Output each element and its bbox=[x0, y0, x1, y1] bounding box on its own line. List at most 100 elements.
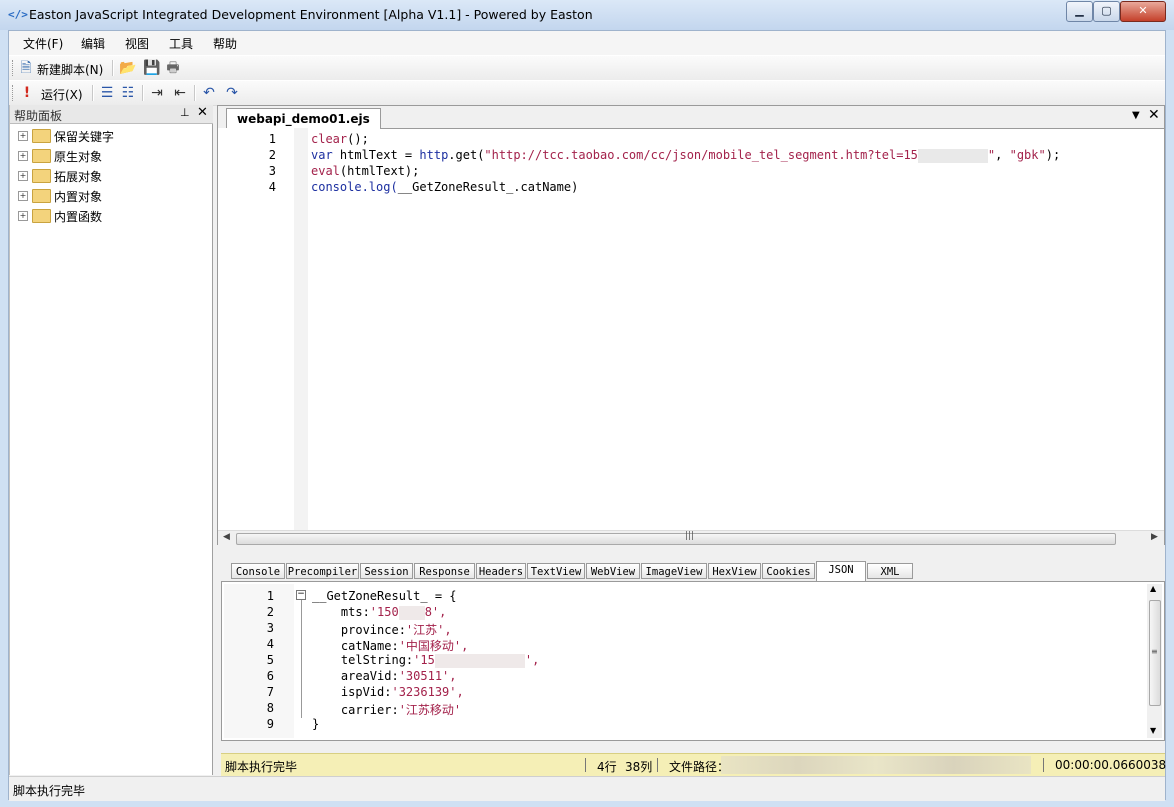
json-line[interactable]: areaVid:'30511', bbox=[312, 669, 457, 683]
json-line[interactable]: mts:'150 8', bbox=[312, 605, 446, 620]
tab-hexview[interactable]: HexView bbox=[708, 563, 761, 579]
output-tab-strip: Console Precompiler Session Response Headers… bbox=[221, 561, 921, 581]
menu-edit[interactable]: 编辑 bbox=[81, 35, 105, 52]
redo-icon[interactable]: ↷ bbox=[224, 85, 240, 101]
scroll-right-icon[interactable]: ▶ bbox=[1151, 532, 1158, 542]
line-number: 4 bbox=[266, 637, 274, 651]
status-bar: 脚本执行完毕 bbox=[9, 776, 1165, 801]
minimize-button[interactable]: ▁ bbox=[1066, 1, 1093, 22]
undo-icon[interactable]: ↶ bbox=[201, 85, 217, 101]
json-token: catName: bbox=[312, 639, 399, 653]
scroll-left-icon[interactable]: ◀ bbox=[223, 532, 230, 542]
code-line[interactable]: console.log(__GetZoneResult_.catName) bbox=[311, 180, 578, 194]
json-line[interactable]: telString:'15 ', bbox=[312, 653, 539, 668]
folder-icon bbox=[32, 169, 51, 183]
menu-bar: 文件(F) 编辑 视图 工具 帮助 bbox=[9, 31, 1165, 55]
tab-console[interactable]: Console bbox=[231, 563, 285, 579]
tab-precompiler[interactable]: Precompiler bbox=[286, 563, 359, 579]
code-token: ) bbox=[571, 180, 579, 194]
help-panel: 帮助面板 ⊥ ✕ + 保留关键字 + 原生对象 + 拓展对象 + 内置对象 + … bbox=[9, 105, 213, 775]
code-token: http bbox=[419, 148, 449, 162]
folder-icon bbox=[32, 129, 51, 143]
json-token: mts: bbox=[312, 605, 370, 619]
output-vertical-scrollbar[interactable]: ▲ ≡ ▼ bbox=[1147, 584, 1162, 738]
json-line[interactable]: __GetZoneResult_ = { bbox=[312, 589, 457, 603]
tab-webview[interactable]: WebView bbox=[586, 563, 640, 579]
folder-icon bbox=[32, 209, 51, 223]
redacted-text bbox=[398, 605, 425, 620]
expand-icon[interactable]: + bbox=[18, 171, 28, 181]
tab-list-dropdown-icon[interactable]: ▼ bbox=[1132, 110, 1140, 121]
scrollbar-thumb[interactable]: ≡ bbox=[1149, 600, 1161, 706]
line-number: 2 bbox=[266, 605, 274, 619]
json-line[interactable]: ispVid:'3236139', bbox=[312, 685, 464, 699]
close-window-button[interactable]: ✕ bbox=[1120, 1, 1166, 22]
json-line[interactable]: carrier:'江苏移动' bbox=[312, 701, 461, 718]
tree-item-label: 原生对象 bbox=[54, 150, 103, 164]
json-line[interactable]: province:'江苏', bbox=[312, 621, 452, 638]
maximize-button[interactable]: ▢ bbox=[1093, 1, 1120, 22]
code-token: (); bbox=[347, 132, 369, 146]
scroll-up-icon[interactable]: ▲ bbox=[1150, 584, 1156, 593]
code-line[interactable]: var htmlText = http.get("http://tcc.taob… bbox=[311, 148, 1060, 163]
main-window: 文件(F) 编辑 视图 工具 帮助 🗎 新建脚本(N) 📂 💾 🖶 ! 运行(X… bbox=[8, 30, 1166, 801]
tab-cookies[interactable]: Cookies bbox=[762, 563, 815, 579]
json-line[interactable]: } bbox=[312, 717, 319, 731]
code-token: , bbox=[995, 148, 1010, 162]
expand-icon[interactable]: + bbox=[18, 151, 28, 161]
tab-headers[interactable]: Headers bbox=[476, 563, 526, 579]
run-button[interactable]: 运行(X) bbox=[41, 86, 83, 103]
tab-json[interactable]: JSON bbox=[816, 561, 866, 581]
toolbar-grip[interactable] bbox=[12, 85, 16, 101]
line-number: 6 bbox=[266, 669, 274, 683]
collapse-icon[interactable]: − bbox=[296, 590, 306, 600]
tab-imageview[interactable]: ImageView bbox=[641, 563, 707, 579]
pin-icon[interactable]: ⊥ bbox=[180, 106, 190, 119]
save-icon[interactable]: 💾 bbox=[143, 60, 160, 76]
print-icon[interactable]: 🖶 bbox=[165, 60, 181, 76]
decrease-indent-icon[interactable]: ⇤ bbox=[172, 85, 188, 101]
cursor-row: 4行 bbox=[597, 760, 617, 774]
new-script-button[interactable]: 新建脚本(N) bbox=[37, 61, 103, 78]
close-icon[interactable]: ✕ bbox=[197, 105, 208, 120]
toolbar-run: ! 运行(X) ☰ ☷ ⇥ ⇤ ↶ ↷ bbox=[9, 80, 1165, 106]
help-panel-title: 帮助面板 bbox=[14, 109, 63, 123]
open-folder-icon[interactable]: 📂 bbox=[119, 60, 136, 76]
expand-icon[interactable]: + bbox=[18, 191, 28, 201]
outdent-list-icon[interactable]: ☷ bbox=[120, 85, 136, 101]
grip-icon: ||| bbox=[685, 531, 695, 541]
code-editor: webapi_demo01.ejs ▼ ✕ ◀ ||| ▶ 1 2 3 4 clear(… bbox=[217, 105, 1165, 546]
scroll-down-icon[interactable]: ▼ bbox=[1150, 726, 1156, 735]
code-line[interactable]: eval(htmlText); bbox=[311, 164, 419, 178]
code-token: .log( bbox=[361, 180, 398, 194]
menu-file[interactable]: 文件(F) bbox=[23, 35, 63, 52]
json-line[interactable]: catName:'中国移动', bbox=[312, 637, 469, 654]
scrollbar-thumb[interactable]: ||| bbox=[236, 531, 1116, 545]
code-token: "gbk" bbox=[1009, 148, 1046, 162]
editor-horizontal-scrollbar[interactable]: ◀ ||| ▶ bbox=[218, 530, 1164, 546]
menu-tools[interactable]: 工具 bbox=[169, 35, 193, 52]
json-token: '江苏', bbox=[405, 623, 452, 637]
folder-icon bbox=[32, 189, 51, 203]
close-tab-icon[interactable]: ✕ bbox=[1148, 107, 1160, 123]
toolbar-file: 🗎 新建脚本(N) 📂 💾 🖶 bbox=[9, 55, 1165, 81]
tab-textview[interactable]: TextView bbox=[527, 563, 585, 579]
menu-view[interactable]: 视图 bbox=[125, 35, 149, 52]
toolbar-separator bbox=[112, 60, 114, 76]
indent-list-icon[interactable]: ☰ bbox=[99, 85, 115, 101]
json-token: '150 bbox=[369, 605, 399, 619]
line-number: 3 bbox=[268, 164, 276, 178]
expand-icon[interactable]: + bbox=[18, 211, 28, 221]
toolbar-grip[interactable] bbox=[12, 60, 16, 76]
toolbar-separator bbox=[92, 85, 94, 101]
title-bar[interactable]: </> Easton JavaScript Integrated Develop… bbox=[0, 0, 1174, 30]
tab-xml[interactable]: XML bbox=[867, 563, 913, 579]
menu-help[interactable]: 帮助 bbox=[213, 35, 237, 52]
expand-icon[interactable]: + bbox=[18, 131, 28, 141]
code-line[interactable]: clear(); bbox=[311, 132, 369, 146]
increase-indent-icon[interactable]: ⇥ bbox=[149, 85, 165, 101]
tab-session[interactable]: Session bbox=[360, 563, 413, 579]
tab-response[interactable]: Response bbox=[414, 563, 475, 579]
status-message: 脚本执行完毕 bbox=[13, 784, 86, 798]
tab-webapi-demo01[interactable]: webapi_demo01.ejs bbox=[226, 108, 381, 129]
